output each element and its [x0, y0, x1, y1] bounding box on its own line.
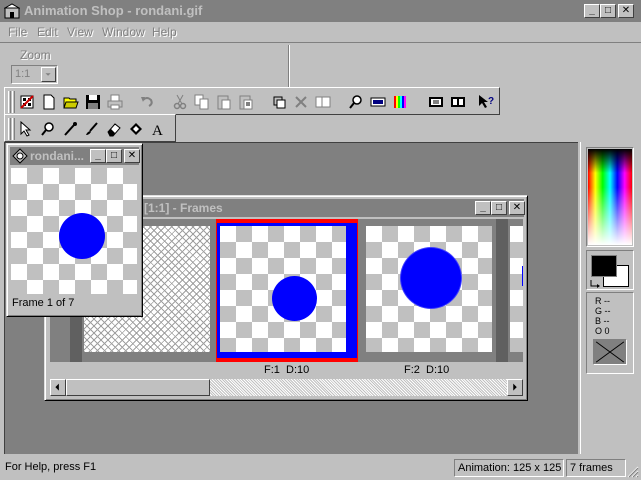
preview-minimize-button[interactable]: _: [90, 149, 106, 163]
toolbar-grip[interactable]: [8, 118, 11, 140]
zoom-tool-icon[interactable]: [37, 118, 59, 140]
close-button[interactable]: ✕: [618, 4, 634, 18]
dropper-tool-icon[interactable]: [59, 118, 81, 140]
menu-file[interactable]: File: [8, 25, 27, 39]
scroll-left-button[interactable]: [50, 379, 66, 396]
app-icon: [4, 3, 20, 19]
zoom-select[interactable]: 1:1: [11, 65, 58, 84]
context-help-icon[interactable]: ?: [475, 91, 497, 113]
preview-window: rondani... _ □ ✕ Frame 1 of 7: [6, 143, 143, 317]
minimize-button[interactable]: _: [584, 4, 600, 18]
view-animation-icon[interactable]: [425, 91, 447, 113]
new-icon[interactable]: [38, 91, 60, 113]
copy-icon[interactable]: [191, 91, 213, 113]
frame-properties-icon[interactable]: [367, 91, 389, 113]
print-icon[interactable]: [104, 91, 126, 113]
delete-icon[interactable]: [290, 91, 312, 113]
foreground-background-swatches: [586, 250, 634, 290]
toolbar-separator: [288, 45, 290, 87]
menu-bar: File Edit View Window Help: [0, 22, 641, 42]
menu-edit[interactable]: Edit: [37, 25, 58, 39]
preview-window-title: rondani...: [30, 149, 84, 163]
frame-counter: Frame 1 of 7: [12, 297, 75, 309]
svg-text:A: A: [152, 123, 163, 137]
scroll-thumb[interactable]: [66, 379, 210, 396]
frame-1-selection[interactable]: [216, 219, 358, 362]
swap-colors-icon[interactable]: [589, 277, 601, 289]
horizontal-scrollbar[interactable]: [50, 379, 523, 396]
film-sprocket: [496, 219, 508, 362]
preview-maximize-button[interactable]: □: [106, 149, 122, 163]
status-animation-size: Animation: 125 x 125: [454, 459, 564, 477]
eraser-tool-icon[interactable]: [103, 118, 125, 140]
status-bar: For Help, press F1 Animation: 125 x 125 …: [0, 456, 641, 480]
blue-value: B --: [595, 316, 610, 326]
cut-icon[interactable]: [169, 91, 191, 113]
maximize-button[interactable]: □: [600, 4, 616, 18]
open-icon[interactable]: [60, 91, 82, 113]
zoom-value: 1:1: [15, 68, 31, 80]
text-tool-icon[interactable]: A: [147, 118, 169, 140]
status-help-text: For Help, press F1: [5, 461, 97, 473]
chevron-down-icon[interactable]: [41, 67, 56, 82]
undo-icon[interactable]: [136, 91, 158, 113]
zoom-toolbar: Zoom 1:1: [0, 42, 641, 88]
frame-2-label: F:2 D:10: [404, 364, 450, 376]
frame-3-thumbnail-partial[interactable]: [510, 226, 523, 352]
preview-ball: [59, 213, 105, 259]
paste-icon[interactable]: [213, 91, 235, 113]
no-color-icon: [593, 339, 627, 365]
frame-label-area: F:1 D:10 F:2 D:10: [50, 362, 523, 379]
frames-window-title: [1:1] - Frames: [144, 201, 223, 215]
crop-icon[interactable]: [268, 91, 290, 113]
toolbar-grip[interactable]: [12, 91, 15, 113]
zoom-label: Zoom: [20, 48, 51, 62]
frames-maximize-button[interactable]: □: [491, 201, 507, 215]
animation-file-icon: [12, 148, 28, 164]
frame-1-thumbnail[interactable]: [220, 226, 346, 352]
paintbrush-tool-icon[interactable]: [81, 118, 103, 140]
frame-1-label: F:1 D:10: [264, 364, 310, 376]
status-frame-count: 7 frames: [566, 459, 626, 477]
preview-close-button[interactable]: ✕: [124, 149, 140, 163]
color-spectrum[interactable]: [588, 149, 632, 245]
frames-close-button[interactable]: ✕: [509, 201, 525, 215]
toolbar-grip[interactable]: [8, 91, 11, 113]
window-title: Animation Shop - rondani.gif: [24, 3, 203, 18]
main-toolbar: ?: [4, 87, 500, 115]
menu-help[interactable]: Help: [152, 25, 177, 39]
frame-3-ball: [522, 266, 523, 286]
menu-view[interactable]: View: [67, 25, 93, 39]
scroll-right-button[interactable]: [507, 379, 523, 396]
fill-tool-icon[interactable]: [125, 118, 147, 140]
title-bar: Animation Shop - rondani.gif _ □ ✕: [0, 0, 641, 22]
zoom-icon[interactable]: [345, 91, 367, 113]
preview-window-titlebar: rondani... _ □ ✕: [10, 147, 140, 165]
frame-2-ball: [401, 248, 461, 308]
frame-1-ball: [272, 276, 317, 321]
frame-2-thumbnail[interactable]: [366, 226, 492, 352]
preview-canvas[interactable]: [11, 168, 137, 294]
arrow-tool-icon[interactable]: [15, 118, 37, 140]
paste-special-icon[interactable]: [235, 91, 257, 113]
menu-window[interactable]: Window: [102, 25, 145, 39]
foreground-color-swatch[interactable]: [591, 255, 617, 277]
color-panel: R -- G -- B -- O 0: [580, 142, 639, 454]
color-palette[interactable]: [586, 147, 634, 247]
tools-toolbar: A: [4, 114, 176, 142]
green-value: G --: [595, 306, 611, 316]
svg-text:?: ?: [488, 96, 494, 107]
frames-minimize-button[interactable]: _: [475, 201, 491, 215]
new-animation-wizard-icon[interactable]: [16, 91, 38, 113]
color-palette-icon[interactable]: [389, 91, 411, 113]
red-value: R --: [595, 296, 610, 306]
opacity-value: O 0: [595, 326, 610, 336]
save-icon[interactable]: [82, 91, 104, 113]
view-frames-icon[interactable]: [447, 91, 469, 113]
insert-frame-icon[interactable]: [312, 91, 334, 113]
resize-grip-icon[interactable]: [627, 466, 639, 478]
rgb-readout: R -- G -- B -- O 0: [586, 292, 634, 374]
